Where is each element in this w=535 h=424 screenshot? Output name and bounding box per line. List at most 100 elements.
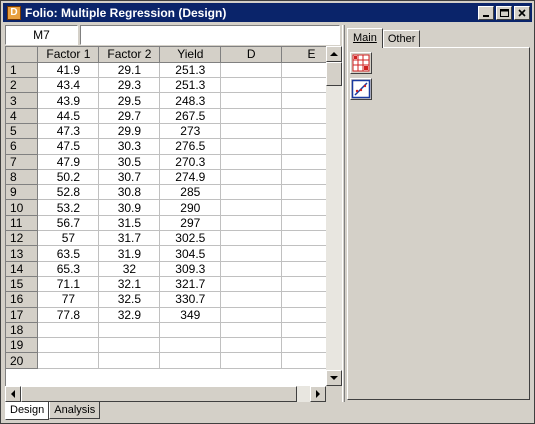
table-cell[interactable]: 31.5 [98, 215, 161, 232]
row-header[interactable]: 4 [6, 108, 39, 124]
table-cell[interactable]: 32.9 [98, 307, 161, 323]
table-cell[interactable] [220, 215, 283, 232]
vertical-scrollbar[interactable] [326, 46, 342, 386]
table-cell[interactable] [220, 352, 283, 369]
maximize-button[interactable] [496, 5, 512, 20]
row-header[interactable]: 14 [6, 261, 39, 277]
table-cell[interactable]: 30.7 [98, 169, 161, 186]
table-cell[interactable]: 32 [98, 261, 161, 277]
tab-other[interactable]: Other [382, 30, 421, 48]
table-cell[interactable] [220, 92, 283, 109]
table-cell[interactable] [220, 337, 283, 354]
table-cell[interactable] [220, 261, 283, 277]
table-cell[interactable]: 31.7 [98, 230, 161, 247]
table-cell[interactable] [98, 322, 161, 339]
design-table-button[interactable] [350, 52, 372, 74]
table-cell[interactable]: 41.9 [37, 62, 100, 79]
horizontal-scroll-thumb[interactable] [21, 386, 297, 402]
column-header-2[interactable]: Factor 2 [98, 47, 161, 63]
formula-input[interactable] [80, 25, 340, 45]
row-header[interactable]: 20 [6, 352, 39, 369]
row-header[interactable]: 17 [6, 307, 39, 323]
table-cell[interactable] [220, 123, 283, 140]
table-cell[interactable]: 32.1 [98, 276, 161, 293]
table-cell[interactable]: 251.3 [159, 62, 222, 79]
table-cell[interactable]: 309.3 [159, 261, 222, 277]
row-header[interactable]: 7 [6, 154, 39, 170]
table-cell[interactable]: 43.9 [37, 92, 100, 109]
table-cell[interactable]: 71.1 [37, 276, 100, 293]
table-cell[interactable]: 29.7 [98, 108, 161, 124]
row-header[interactable]: 9 [6, 184, 39, 201]
table-cell[interactable]: 30.3 [98, 138, 161, 155]
regression-plot-button[interactable] [350, 78, 372, 100]
table-cell[interactable] [220, 199, 283, 216]
table-cell[interactable]: 77 [37, 291, 100, 308]
table-cell[interactable]: 270.3 [159, 154, 222, 170]
table-cell[interactable]: 31.9 [98, 245, 161, 262]
row-header[interactable]: 1 [6, 62, 39, 79]
table-cell[interactable]: 285 [159, 184, 222, 201]
table-cell[interactable] [220, 77, 283, 94]
table-cell[interactable]: 65.3 [37, 261, 100, 277]
scroll-right-button[interactable] [310, 386, 326, 402]
table-cell[interactable] [98, 337, 161, 354]
row-header[interactable]: 3 [6, 92, 39, 109]
table-cell[interactable]: 32.5 [98, 291, 161, 308]
table-cell[interactable]: 251.3 [159, 77, 222, 94]
app-icon[interactable]: D [7, 5, 21, 20]
table-cell[interactable]: 30.5 [98, 154, 161, 170]
table-cell[interactable]: 302.5 [159, 230, 222, 247]
table-cell[interactable]: 50.2 [37, 169, 100, 186]
table-cell[interactable] [220, 108, 283, 124]
scroll-down-button[interactable] [326, 370, 342, 386]
table-cell[interactable]: 276.5 [159, 138, 222, 155]
table-cell[interactable] [220, 245, 283, 262]
column-header-4[interactable]: D [220, 47, 283, 63]
table-cell[interactable] [220, 154, 283, 170]
row-header[interactable]: 15 [6, 276, 39, 293]
table-cell[interactable]: 29.1 [98, 62, 161, 79]
row-header[interactable]: 2 [6, 77, 39, 94]
tab-main[interactable]: Main [347, 28, 383, 48]
table-cell[interactable] [220, 322, 283, 339]
table-cell[interactable] [220, 276, 283, 293]
row-header[interactable]: 8 [6, 169, 39, 186]
table-cell[interactable] [37, 352, 100, 369]
table-cell[interactable]: 47.9 [37, 154, 100, 170]
table-cell[interactable]: 330.7 [159, 291, 222, 308]
table-cell[interactable] [220, 138, 283, 155]
row-header[interactable]: 6 [6, 138, 39, 155]
row-header[interactable]: 10 [6, 199, 39, 216]
table-cell[interactable] [220, 291, 283, 308]
table-cell[interactable] [159, 352, 222, 369]
sheet-tab-analysis[interactable]: Analysis [49, 402, 101, 419]
table-cell[interactable]: 267.5 [159, 108, 222, 124]
table-cell[interactable]: 304.5 [159, 245, 222, 262]
table-cell[interactable]: 29.9 [98, 123, 161, 140]
row-header[interactable]: 16 [6, 291, 39, 308]
table-cell[interactable]: 47.3 [37, 123, 100, 140]
column-header-3[interactable]: Yield [159, 47, 222, 63]
row-header[interactable]: 11 [6, 215, 39, 232]
table-cell[interactable] [37, 337, 100, 354]
select-all-corner[interactable] [6, 47, 39, 63]
table-cell[interactable]: 321.7 [159, 276, 222, 293]
title-bar[interactable]: D Folio: Multiple Regression (Design) [3, 3, 532, 22]
close-button[interactable] [514, 5, 530, 20]
scroll-up-button[interactable] [326, 46, 342, 62]
horizontal-scrollbar[interactable] [5, 386, 326, 402]
table-cell[interactable] [220, 307, 283, 323]
table-cell[interactable] [220, 230, 283, 247]
table-cell[interactable] [98, 352, 161, 369]
table-cell[interactable] [220, 62, 283, 79]
table-cell[interactable] [220, 169, 283, 186]
table-cell[interactable]: 47.5 [37, 138, 100, 155]
minimize-button[interactable] [478, 5, 494, 20]
table-cell[interactable]: 30.9 [98, 199, 161, 216]
table-cell[interactable]: 63.5 [37, 245, 100, 262]
table-cell[interactable]: 29.3 [98, 77, 161, 94]
table-cell[interactable]: 274.9 [159, 169, 222, 186]
table-cell[interactable] [37, 322, 100, 339]
cell-reference-box[interactable]: M7 [5, 25, 78, 45]
